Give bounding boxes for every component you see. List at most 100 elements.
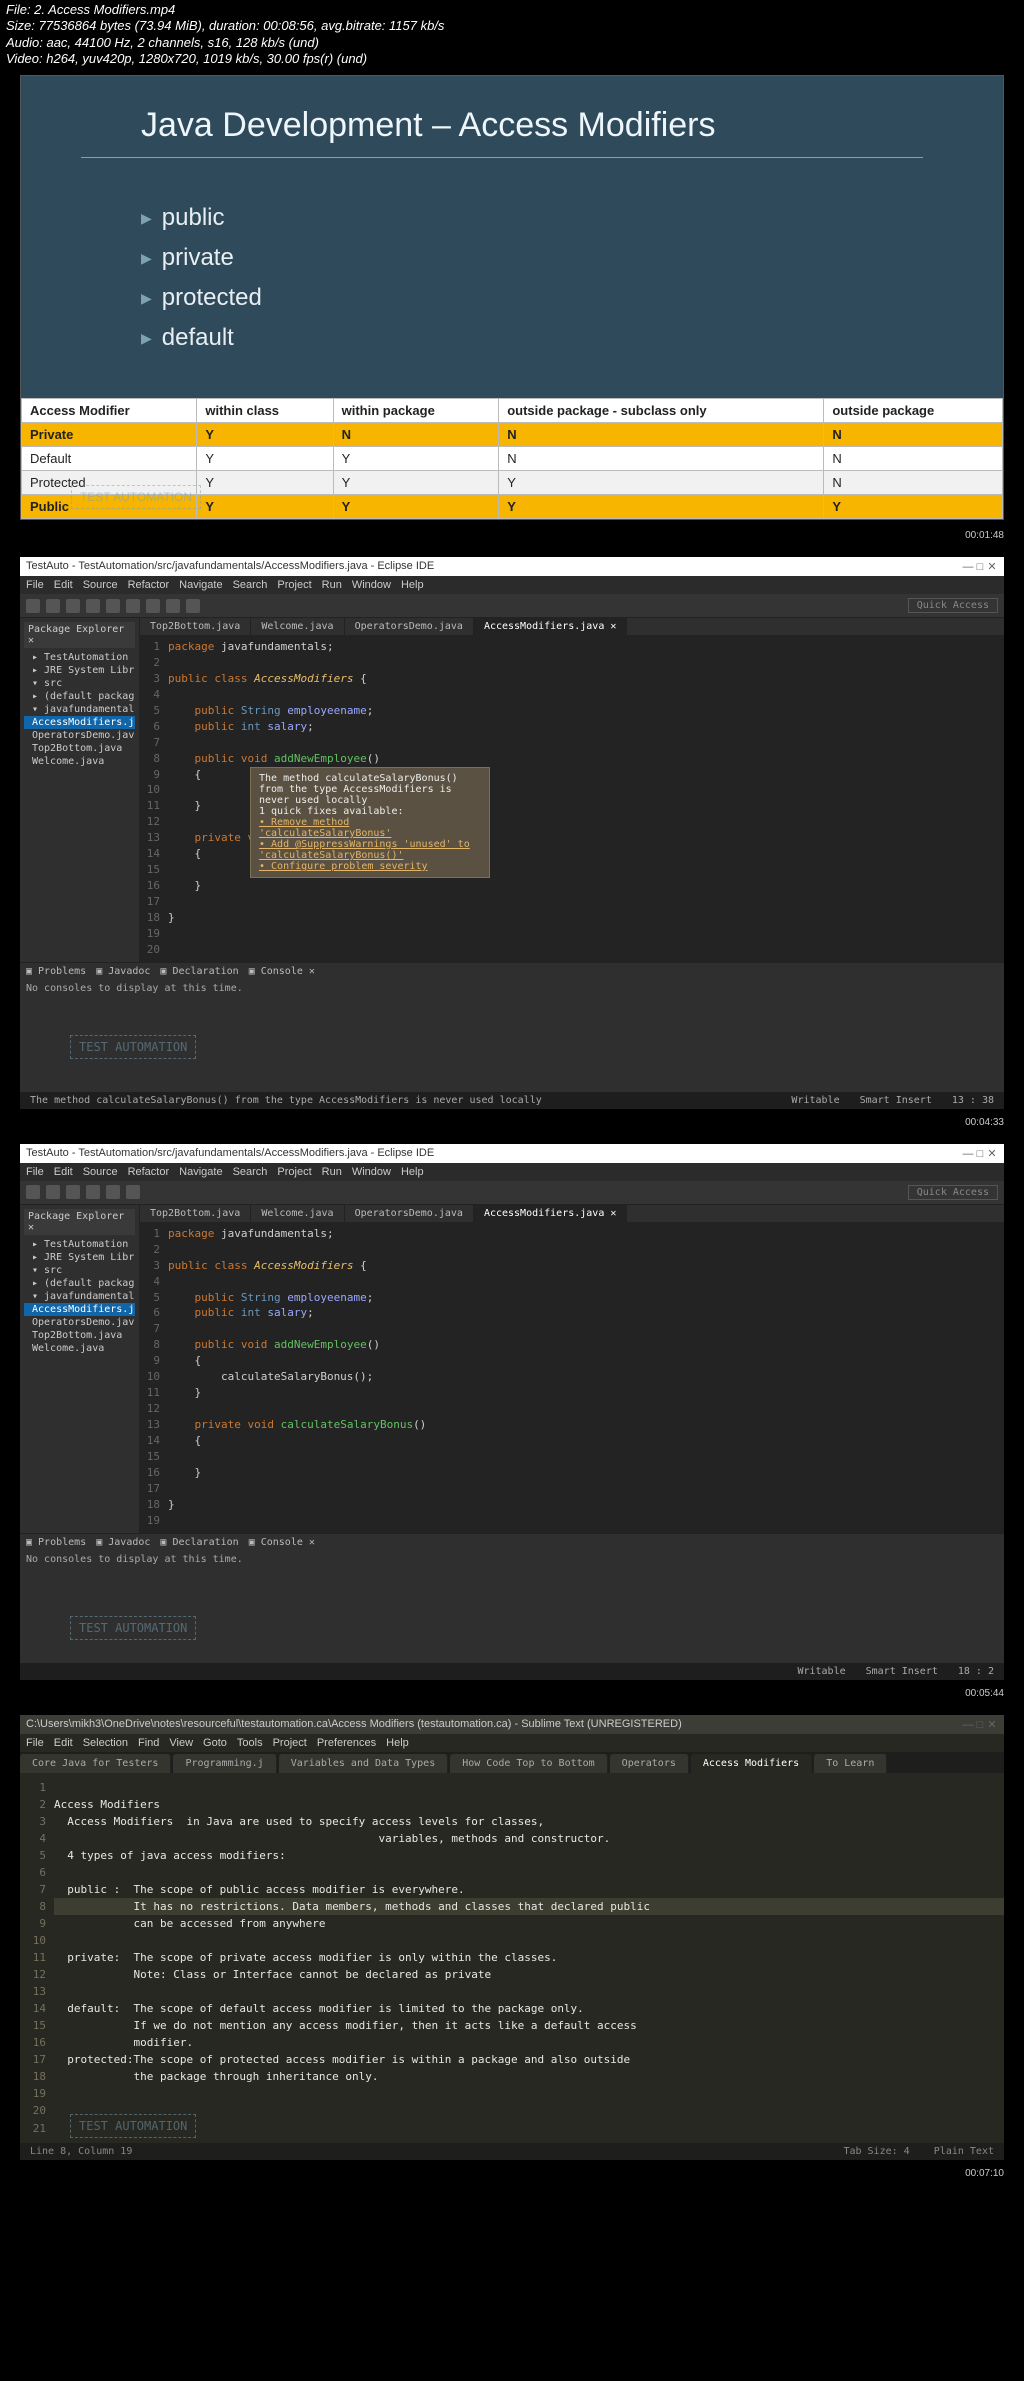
menu-item[interactable]: Source <box>83 1166 118 1178</box>
code-text[interactable]: private void calculateSalaryBonus() <box>168 1417 426 1433</box>
code-line[interactable]: 16 modifier. <box>20 2034 1004 2051</box>
console-panel[interactable]: ▣ Problems▣ Javadoc▣ Declaration▣ Consol… <box>20 1533 1004 1663</box>
toolbar-icon[interactable] <box>86 599 100 613</box>
tree-item[interactable]: AccessModifiers.java <box>24 1303 135 1316</box>
tree-item[interactable]: OperatorsDemo.java <box>24 1316 135 1329</box>
quickfix-link[interactable]: • Configure problem severity <box>259 861 481 872</box>
code-line[interactable]: 3 Access Modifiers in Java are used to s… <box>20 1813 1004 1830</box>
package-explorer[interactable]: Package Explorer ✕ ▸ TestAutomation ▸ JR… <box>20 618 140 962</box>
code-line[interactable]: 8 public void addNewEmployee() <box>140 751 1004 767</box>
editor-tab[interactable]: AccessModifiers.java ✕ <box>474 618 627 635</box>
quick-access[interactable]: Quick Access <box>908 598 998 613</box>
code-line[interactable]: 15 If we do not mention any access modif… <box>20 2017 1004 2034</box>
tree-item[interactable]: ▸ (default package) <box>24 690 135 703</box>
console-tab[interactable]: ▣ Problems <box>26 966 86 977</box>
toolbar-icon[interactable] <box>186 599 200 613</box>
window-controls[interactable]: —□✕ <box>962 560 998 573</box>
toolbar-icon[interactable] <box>146 599 160 613</box>
code-text[interactable]: { <box>168 846 201 862</box>
menu-item[interactable]: Search <box>233 1166 268 1178</box>
code-line[interactable]: 7 public : The scope of public access mo… <box>20 1881 1004 1898</box>
editor-tab[interactable]: Core Java for Testers <box>20 1754 171 1773</box>
menu-item[interactable]: Run <box>322 1166 342 1178</box>
code-line[interactable]: 4 <box>140 1274 1004 1290</box>
code-line[interactable]: 9 { <box>140 1353 1004 1369</box>
quickfix-link[interactable]: • Add @SuppressWarnings 'unused' to 'cal… <box>259 839 481 861</box>
menu-item[interactable]: Refactor <box>128 579 170 591</box>
code-line[interactable]: 18} <box>140 910 1004 926</box>
code-line[interactable]: 17 <box>140 1481 1004 1497</box>
code-line[interactable]: 13 <box>20 1983 1004 2000</box>
toolbar-icon[interactable] <box>106 599 120 613</box>
explorer-header[interactable]: Package Explorer ✕ <box>24 1209 135 1235</box>
code-text[interactable]: } <box>168 1497 175 1513</box>
quick-access[interactable]: Quick Access <box>908 1185 998 1200</box>
tree-item[interactable]: ▸ TestAutomation <box>24 1238 135 1251</box>
quickfix-link[interactable]: • Remove method 'calculateSalaryBonus' <box>259 817 481 839</box>
editor-tab[interactable]: OperatorsDemo.java <box>345 1205 474 1222</box>
window-titlebar[interactable]: C:\Users\mikh3\OneDrive\notes\resourcefu… <box>20 1715 1004 1734</box>
code-line[interactable]: 5 4 types of java access modifiers: <box>20 1847 1004 1864</box>
editor-tab[interactable]: Operators <box>610 1754 689 1773</box>
code-line[interactable]: 6 <box>20 1864 1004 1881</box>
package-explorer[interactable]: Package Explorer ✕ ▸ TestAutomation ▸ JR… <box>20 1205 140 1533</box>
menu-item[interactable]: Source <box>83 579 118 591</box>
menu-item[interactable]: Project <box>277 1166 311 1178</box>
window-controls[interactable]: —□✕ <box>962 1718 998 1731</box>
code-line[interactable]: 1package javafundamentals; <box>140 639 1004 655</box>
code-line[interactable]: 12 Note: Class or Interface cannot be de… <box>20 1966 1004 1983</box>
code-text[interactable]: public void addNewEmployee() <box>168 751 380 767</box>
code-line[interactable]: 5 public String employeename; <box>140 1290 1004 1306</box>
console-tab[interactable]: ▣ Console ✕ <box>249 966 315 977</box>
editor-tab[interactable]: Top2Bottom.java <box>140 618 251 635</box>
code-text[interactable]: private: The scope of private access mod… <box>54 1949 557 1966</box>
editor-tabs[interactable]: Top2Bottom.javaWelcome.javaOperatorsDemo… <box>140 1205 1004 1222</box>
code-text[interactable]: Access Modifiers in Java are used to spe… <box>54 1813 544 1830</box>
console-tab[interactable]: ▣ Problems <box>26 1537 86 1548</box>
tree-item[interactable]: ▾ javafundamentals <box>24 1290 135 1303</box>
code-line[interactable]: 3public class AccessModifiers { <box>140 1258 1004 1274</box>
console-tab[interactable]: ▣ Console ✕ <box>249 1537 315 1548</box>
menubar[interactable]: FileEditSourceRefactorNavigateSearchProj… <box>20 1163 1004 1181</box>
editor-tab[interactable]: Variables and Data Types <box>279 1754 449 1773</box>
code-line[interactable]: 6 public int salary; <box>140 1305 1004 1321</box>
window-titlebar[interactable]: TestAuto - TestAutomation/src/javafundam… <box>20 557 1004 576</box>
code-line[interactable]: 17 protected:The scope of protected acce… <box>20 2051 1004 2068</box>
code-line[interactable]: 9 can be accessed from anywhere <box>20 1915 1004 1932</box>
code-line[interactable]: 11 } <box>140 1385 1004 1401</box>
tree-item[interactable]: ▾ src <box>24 1264 135 1277</box>
code-line[interactable]: 18 the package through inheritance only. <box>20 2068 1004 2085</box>
code-line[interactable]: 6 public int salary; <box>140 719 1004 735</box>
toolbar-icon[interactable] <box>66 599 80 613</box>
editor-tab[interactable]: To Learn <box>814 1754 887 1773</box>
editor-tab[interactable]: Welcome.java <box>251 618 344 635</box>
menu-item[interactable]: Search <box>233 579 268 591</box>
code-line[interactable]: 14 { <box>140 1433 1004 1449</box>
code-text[interactable]: variables, methods and constructor. <box>54 1830 610 1847</box>
tree-item[interactable]: OperatorsDemo.java <box>24 729 135 742</box>
tree-item[interactable]: ▸ TestAutomation <box>24 651 135 664</box>
menu-item[interactable]: Edit <box>54 1166 73 1178</box>
code-line[interactable]: 7 <box>140 735 1004 751</box>
tree-item[interactable]: ▸ JRE System Library [JavaSE-1.8] <box>24 1251 135 1264</box>
menu-item[interactable]: Navigate <box>179 1166 222 1178</box>
menubar[interactable]: FileEditSourceRefactorNavigateSearchProj… <box>20 576 1004 594</box>
code-text[interactable]: calculateSalaryBonus(); <box>168 1369 373 1385</box>
toolbar-icon[interactable] <box>46 1185 60 1199</box>
menu-item[interactable]: Preferences <box>317 1737 376 1749</box>
menu-item[interactable]: Edit <box>54 1737 73 1749</box>
status-tabsize[interactable]: Tab Size: 4 <box>843 2146 909 2157</box>
code-line[interactable]: 20 <box>140 942 1004 958</box>
menu-item[interactable]: Help <box>401 579 424 591</box>
menu-item[interactable]: Navigate <box>179 579 222 591</box>
toolbar[interactable]: Quick Access <box>20 594 1004 618</box>
editor-tab[interactable]: Programming.j <box>173 1754 276 1773</box>
toolbar-icon[interactable] <box>106 1185 120 1199</box>
code-text[interactable]: public String employeename; <box>168 1290 373 1306</box>
menu-item[interactable]: Help <box>386 1737 409 1749</box>
console-tab[interactable]: ▣ Javadoc <box>96 966 150 977</box>
code-line[interactable]: 1package javafundamentals; <box>140 1226 1004 1242</box>
code-text[interactable]: the package through inheritance only. <box>54 2068 379 2085</box>
code-line[interactable]: 19 <box>140 1513 1004 1529</box>
code-text[interactable]: { <box>168 767 201 783</box>
